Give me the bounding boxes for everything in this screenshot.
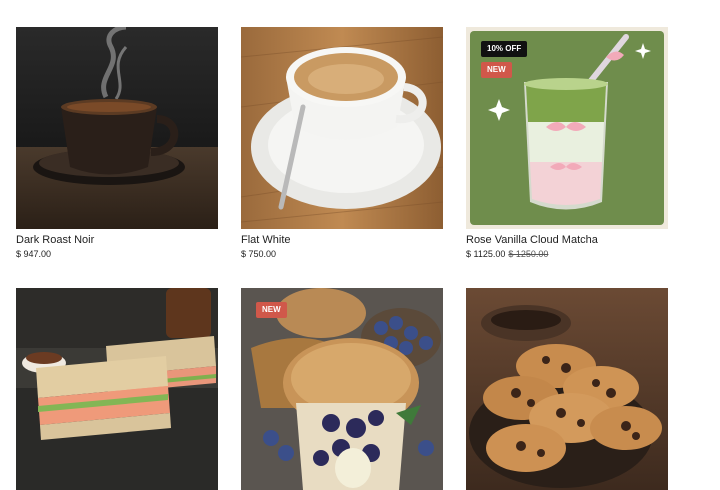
product-image[interactable] (241, 27, 443, 229)
product-name[interactable]: Dark Roast Noir (16, 234, 218, 247)
matcha-drink-image (466, 27, 668, 229)
product-image[interactable]: 10% OFF NEW (466, 27, 668, 229)
product-name[interactable]: Rose Vanilla Cloud Matcha (466, 234, 668, 247)
new-badge: NEW (481, 62, 512, 78)
current-price: $ 947.00 (16, 249, 52, 259)
product-card[interactable] (466, 288, 668, 490)
product-card[interactable]: 10% OFF NEW Rose Vanilla Cloud Matcha $ … (466, 27, 668, 260)
product-price: $ 750.00 (241, 249, 443, 260)
product-card[interactable] (16, 288, 218, 490)
sandwich-image (16, 288, 218, 490)
original-price: $ 1250.00 (508, 249, 549, 259)
product-price: $ 947.00 (16, 249, 218, 260)
new-badge: NEW (256, 302, 287, 318)
product-image[interactable] (466, 288, 668, 490)
product-image[interactable] (16, 27, 218, 229)
current-price: $ 1125.00 (466, 249, 506, 259)
product-card[interactable]: NEW (241, 288, 443, 490)
product-image[interactable] (16, 288, 218, 490)
dark-roast-coffee-image (16, 27, 218, 229)
product-name[interactable]: Flat White (241, 234, 443, 247)
blueberry-muffin-image (241, 288, 443, 490)
product-card[interactable]: Dark Roast Noir $ 947.00 (16, 27, 218, 260)
product-price: $ 1125.00 $ 1250.00 (466, 249, 668, 260)
flat-white-coffee-image (241, 27, 443, 229)
product-image[interactable]: NEW (241, 288, 443, 490)
chocolate-chip-cookies-image (466, 288, 668, 490)
discount-badge: 10% OFF (481, 41, 528, 57)
product-card[interactable]: Flat White $ 750.00 (241, 27, 443, 260)
current-price: $ 750.00 (241, 249, 277, 259)
